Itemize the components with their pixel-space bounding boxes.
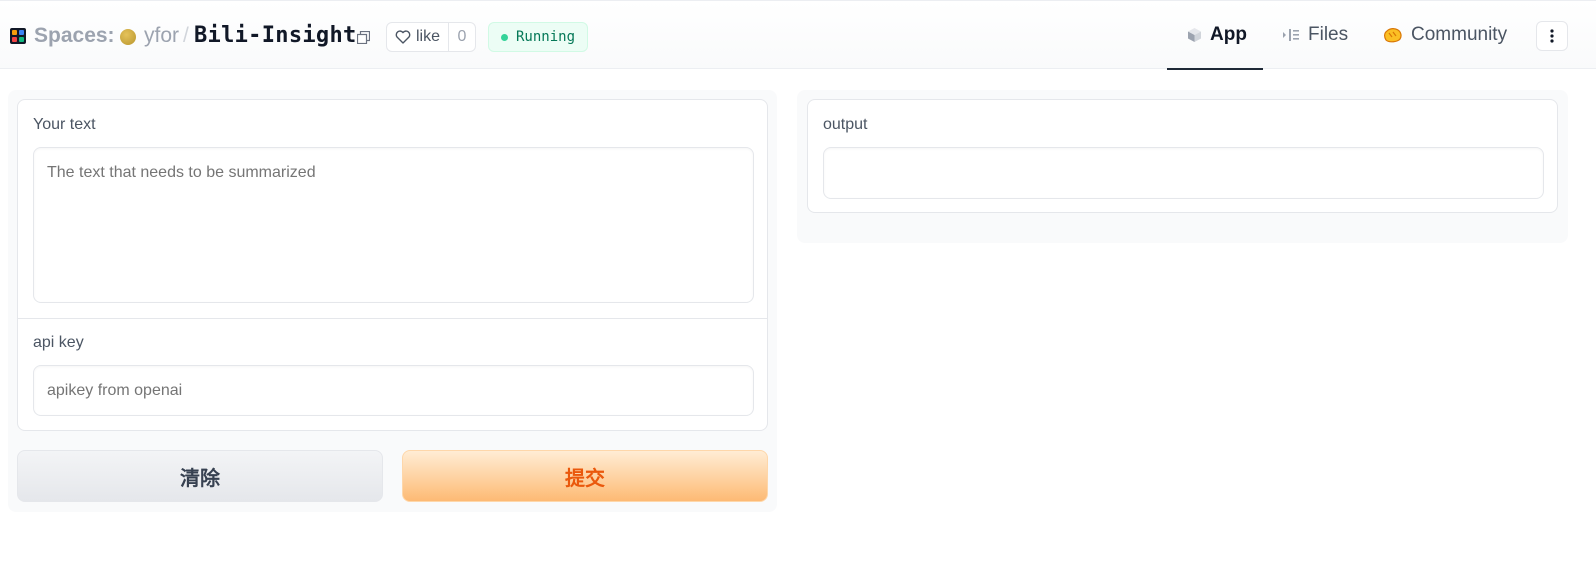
path-separator: / xyxy=(183,24,189,47)
tab-files-label: Files xyxy=(1308,24,1349,45)
like-count[interactable]: 0 xyxy=(449,28,475,46)
status-text: Running xyxy=(516,29,576,45)
like-part[interactable]: like xyxy=(387,23,450,51)
copy-icon[interactable] xyxy=(357,31,370,44)
spaces-link[interactable]: Spaces: xyxy=(34,24,115,48)
tab-community-label: Community xyxy=(1411,24,1508,45)
owner-avatar[interactable] xyxy=(120,29,136,45)
input-form: Your text api key xyxy=(17,99,768,431)
more-options-button[interactable] xyxy=(1536,21,1568,51)
output-panel: output xyxy=(797,90,1568,243)
tab-files[interactable]: Files xyxy=(1282,1,1348,69)
tab-app[interactable]: App xyxy=(1167,1,1263,70)
output-form: output xyxy=(807,99,1558,213)
owner-link[interactable]: yfor xyxy=(144,24,179,48)
submit-button[interactable]: 提交 xyxy=(402,450,768,502)
files-icon xyxy=(1283,29,1299,41)
input-panel: Your text api key 清除 提交 xyxy=(8,90,777,512)
app-cube-icon xyxy=(1188,28,1201,42)
status-dot-icon xyxy=(501,33,508,41)
text-input[interactable] xyxy=(33,147,754,303)
field-divider xyxy=(18,318,767,319)
vertical-dots-icon xyxy=(1550,29,1554,43)
tab-app-label: App xyxy=(1210,24,1247,45)
output-label: output xyxy=(823,116,868,133)
apikey-label: api key xyxy=(33,334,84,351)
like-label: like xyxy=(416,28,441,45)
like-button[interactable]: like 0 xyxy=(386,22,476,52)
tab-community[interactable]: Community xyxy=(1383,1,1507,69)
apikey-input[interactable] xyxy=(33,365,754,416)
heart-icon xyxy=(395,30,411,44)
space-header: Spaces: yfor / Bili-Insight like 0 Runni… xyxy=(0,0,1596,70)
repo-name-link[interactable]: Bili-Insight xyxy=(194,23,357,48)
output-textbox[interactable] xyxy=(823,147,1544,199)
clear-button[interactable]: 清除 xyxy=(17,450,383,502)
status-badge: Running xyxy=(488,22,588,52)
text-label: Your text xyxy=(33,116,96,133)
huggingface-spaces-logo[interactable] xyxy=(10,28,26,44)
community-icon xyxy=(1384,28,1402,43)
